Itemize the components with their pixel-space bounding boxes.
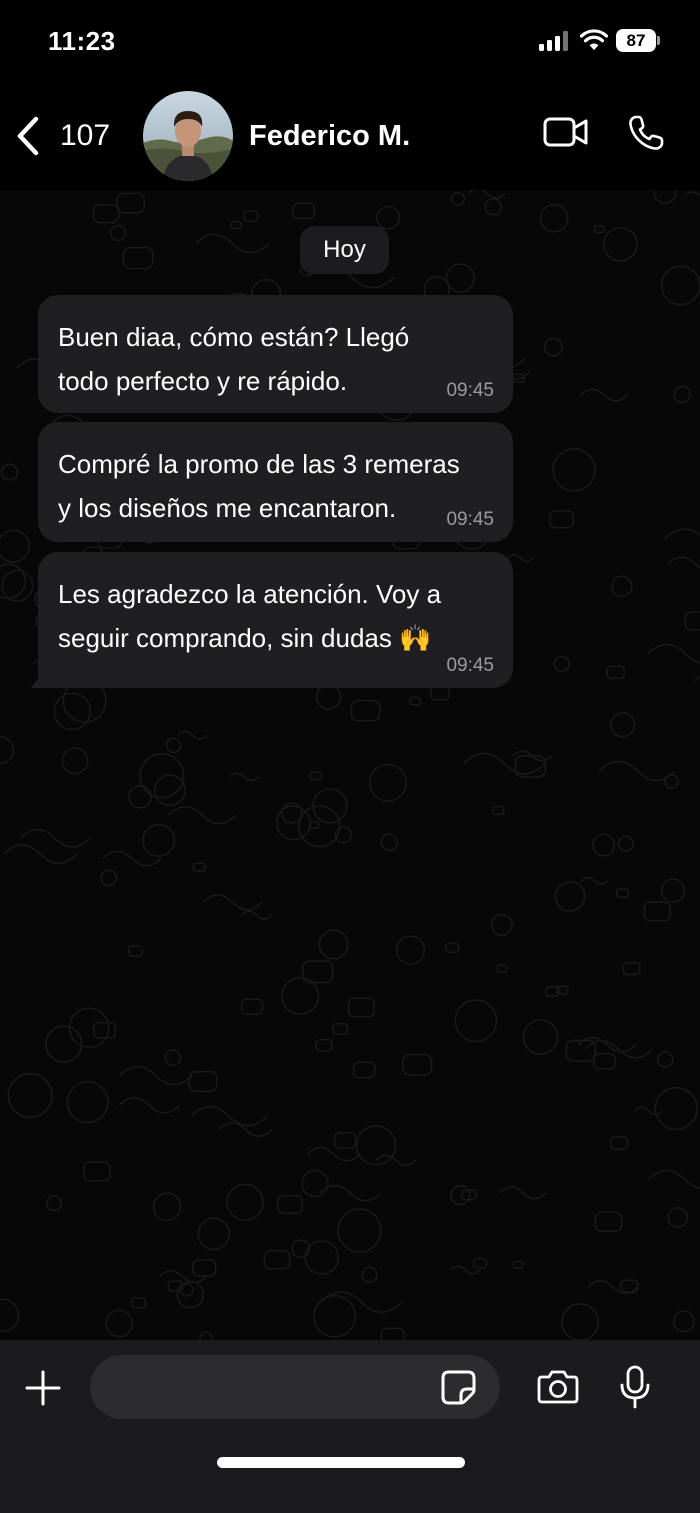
date-separator: Hoy	[300, 226, 389, 274]
back-unread-count: 107	[60, 119, 111, 152]
home-indicator[interactable]	[217, 1457, 465, 1468]
message-bubble[interactable]: Buen diaa, cómo están? Llegó todo perfec…	[38, 295, 513, 413]
plus-icon[interactable]	[24, 1369, 62, 1407]
microphone-icon[interactable]	[619, 1365, 651, 1409]
message-bubble[interactable]: Compré la promo de las 3 remeras y los d…	[38, 422, 513, 542]
message-time: 09:45	[446, 509, 494, 530]
message-text: Les agradezco la atención. Voy a seguir …	[58, 579, 442, 653]
message-input-bar	[0, 1340, 700, 1513]
message-text: Compré la promo de las 3 remeras y los d…	[58, 449, 460, 523]
contact-name[interactable]: Federico M.	[249, 120, 410, 153]
status-bar: 11:23 87	[0, 0, 700, 82]
chevron-left-icon	[17, 116, 39, 156]
back-button[interactable]: 107	[14, 112, 114, 160]
avatar-image	[143, 91, 233, 181]
chat-area[interactable]: Hoy Buen diaa, cómo están? Llegó todo pe…	[0, 190, 700, 1340]
message-text: Buen diaa, cómo están? Llegó todo perfec…	[58, 322, 410, 396]
wifi-icon	[580, 29, 608, 50]
message-time: 09:45	[446, 380, 494, 401]
battery-icon: 87	[616, 29, 660, 52]
phone-icon[interactable]	[627, 114, 665, 152]
chat-screen: 11:23 87 107 Federico M. Hoy Buen diaa, …	[0, 0, 700, 1513]
video-camera-icon[interactable]	[543, 116, 589, 148]
avatar[interactable]	[143, 91, 233, 181]
message-input[interactable]	[90, 1355, 500, 1419]
camera-icon[interactable]	[537, 1370, 579, 1404]
message-time: 09:45	[446, 655, 494, 676]
message-bubble[interactable]: Les agradezco la atención. Voy a seguir …	[38, 552, 513, 688]
status-time: 11:23	[48, 26, 116, 56]
chat-header: 107 Federico M.	[0, 82, 700, 190]
signal-icon	[539, 31, 568, 51]
battery-level: 87	[626, 31, 646, 50]
sticker-icon[interactable]	[441, 1370, 476, 1405]
